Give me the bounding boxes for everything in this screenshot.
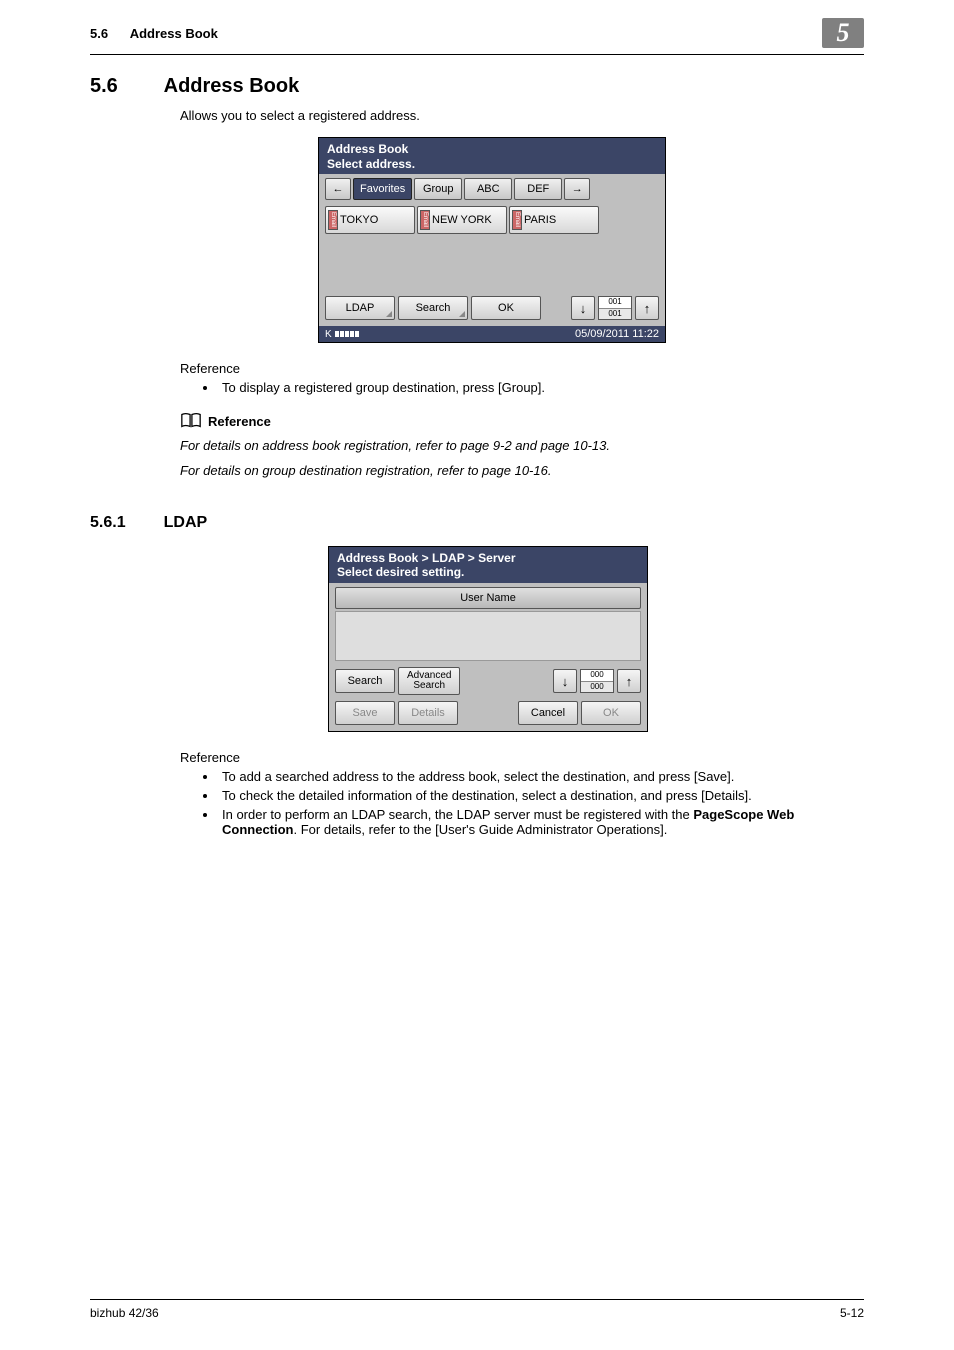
tabs-next-arrow[interactable]: → [564, 178, 590, 200]
reference-bullet: To check the detailed information of the… [218, 788, 864, 803]
tab-def[interactable]: DEF [514, 178, 562, 200]
ldap-column-header: User Name [335, 587, 641, 609]
address-book-panel: Address Book Select address. ← Favorites… [318, 137, 666, 343]
ok-button-label: OK [498, 302, 514, 314]
email-tag-icon: Email [420, 210, 430, 230]
ldap-button-label: LDAP [346, 302, 375, 314]
address-label: TOKYO [340, 214, 378, 226]
ldap-titlebar: Address Book > LDAP > Server Select desi… [329, 547, 647, 583]
save-button-label: Save [352, 707, 377, 719]
panel-titlebar: Address Book Select address. [319, 138, 665, 174]
tab-def-label: DEF [527, 183, 549, 195]
adv-search-label-bot: Search [413, 681, 445, 691]
running-header: 5.6 Address Book [90, 26, 218, 41]
tabs-prev-arrow[interactable]: ← [325, 178, 351, 200]
counter-total: 001 [599, 309, 631, 320]
email-tag-icon: Email [328, 210, 338, 230]
advanced-search-button[interactable]: Advanced Search [398, 667, 460, 695]
counter-current: 001 [599, 297, 631, 309]
header-section-num: 5.6 [90, 26, 108, 41]
section-title: Address Book [164, 75, 300, 98]
scroll-down-button[interactable]: ↓ [571, 296, 595, 320]
ldap-instruction: Select desired setting. [337, 565, 639, 579]
arrow-up-icon: ↑ [626, 674, 633, 689]
reference-italic-1: For details on address book registration… [180, 438, 864, 453]
arrow-up-icon: ↑ [644, 301, 651, 316]
ok-button[interactable]: OK [471, 296, 541, 320]
subsection-number: 5.6.1 [90, 514, 160, 532]
section-number: 5.6 [90, 75, 160, 98]
address-label: PARIS [524, 214, 556, 226]
scroll-up-button[interactable]: ↑ [635, 296, 659, 320]
cancel-button-label: Cancel [531, 707, 565, 719]
ref-text: . For details, refer to the [User's Guid… [294, 822, 668, 837]
tab-favorites-label: Favorites [360, 183, 405, 195]
ldap-button[interactable]: LDAP [325, 296, 395, 320]
arrow-down-icon: ↓ [562, 674, 569, 689]
chapter-badge: 5 [822, 18, 864, 48]
footer-page-number: 5-12 [840, 1306, 864, 1320]
address-card-paris[interactable]: Email PARIS [509, 206, 599, 234]
tab-favorites[interactable]: Favorites [353, 178, 412, 200]
arrow-left-icon: ← [333, 183, 344, 195]
details-button[interactable]: Details [398, 701, 458, 725]
ldap-scroll-down-button[interactable]: ↓ [553, 669, 577, 693]
ldap-ok-button-label: OK [603, 707, 619, 719]
page-counter: 001 001 [598, 296, 632, 320]
panel-title-line1: Address Book [327, 142, 657, 157]
reference-heading-2: Reference [180, 750, 864, 765]
ldap-counter-current: 000 [581, 670, 613, 682]
header-section-title: Address Book [130, 26, 218, 41]
reference-bullet: To display a registered group destinatio… [218, 380, 864, 395]
reference-label: Reference [208, 414, 271, 429]
ldap-counter-total: 000 [581, 682, 613, 693]
subsection-title: LDAP [164, 514, 208, 532]
reference-heading: Reference [180, 361, 864, 376]
header-rule [90, 54, 864, 55]
intro-text: Allows you to select a registered addres… [180, 108, 864, 123]
ldap-scroll-up-button[interactable]: ↑ [617, 669, 641, 693]
tab-abc[interactable]: ABC [464, 178, 512, 200]
arrow-right-icon: → [572, 183, 583, 195]
reference-bullet: To add a searched address to the address… [218, 769, 864, 784]
reference-bullet: In order to perform an LDAP search, the … [218, 807, 864, 837]
ldap-page-counter: 000 000 [580, 669, 614, 693]
signal-label: K [325, 329, 332, 340]
tab-group[interactable]: Group [414, 178, 462, 200]
reference-italic-2: For details on group destination registr… [180, 463, 864, 478]
ldap-result-list [335, 611, 641, 661]
cancel-button[interactable]: Cancel [518, 701, 578, 725]
ldap-breadcrumb: Address Book > LDAP > Server [337, 551, 639, 565]
details-button-label: Details [411, 707, 445, 719]
ref-text: In order to perform an LDAP search, the … [222, 807, 693, 822]
address-card-tokyo[interactable]: Email TOKYO [325, 206, 415, 234]
tab-abc-label: ABC [477, 183, 500, 195]
footer-product: bizhub 42/36 [90, 1306, 159, 1320]
book-icon [180, 411, 202, 432]
search-button[interactable]: Search [398, 296, 468, 320]
search-button-label: Search [416, 302, 451, 314]
email-tag-icon: Email [512, 210, 522, 230]
panel-title-line2: Select address. [327, 157, 657, 172]
panel-datetime: 05/09/2011 11:22 [575, 328, 659, 340]
address-card-newyork[interactable]: Email NEW YORK [417, 206, 507, 234]
signal-indicator: K [325, 329, 359, 340]
ldap-search-button[interactable]: Search [335, 669, 395, 693]
ldap-panel: Address Book > LDAP > Server Select desi… [328, 546, 648, 732]
arrow-down-icon: ↓ [580, 301, 587, 316]
save-button[interactable]: Save [335, 701, 395, 725]
tab-group-label: Group [423, 183, 454, 195]
ldap-search-label: Search [348, 675, 383, 687]
ldap-ok-button[interactable]: OK [581, 701, 641, 725]
address-label: NEW YORK [432, 214, 492, 226]
